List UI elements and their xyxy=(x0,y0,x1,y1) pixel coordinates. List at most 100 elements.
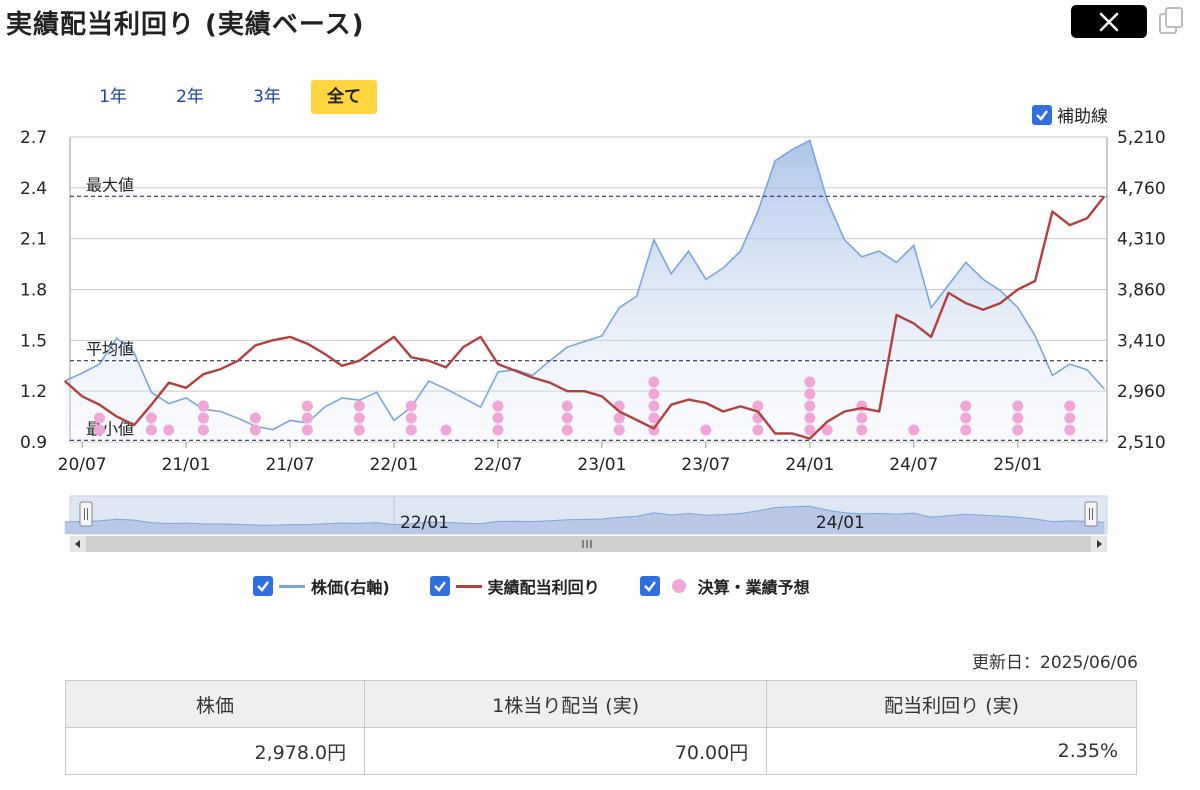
legend-yield-swatch xyxy=(455,584,482,588)
legend-events-label: 決算・業績予想 xyxy=(697,578,810,597)
x-tick-label: 21/07 xyxy=(266,455,315,475)
event-dot xyxy=(804,412,816,424)
event-dot xyxy=(405,424,417,436)
ref-line-label: 最大値 xyxy=(86,175,134,194)
x-tick-label: 24/01 xyxy=(785,455,834,475)
check-icon xyxy=(433,581,446,592)
x-tick-label: 24/07 xyxy=(889,455,938,475)
y-left-tick-label: 1.5 xyxy=(20,331,47,351)
header-dividend: 1株当り配当 (実) xyxy=(364,680,768,728)
event-dot xyxy=(960,400,972,412)
header-yield: 配当利回り (実) xyxy=(766,680,1137,728)
y-left-tick-label: 1.8 xyxy=(20,281,47,301)
event-dot xyxy=(93,412,105,424)
legend-events-checkbox[interactable] xyxy=(639,576,660,596)
legend: 株価(右軸) 実績配当利回り 決算・業績予想 xyxy=(253,574,850,598)
event-dot xyxy=(804,376,816,388)
x-tick-label: 23/07 xyxy=(681,455,730,475)
navigator-handle[interactable] xyxy=(79,501,93,527)
event-dot xyxy=(561,424,573,436)
event-dot xyxy=(1064,400,1076,412)
value-dividend: 70.00円 xyxy=(364,727,768,775)
y-right-tick-label: 3,410 xyxy=(1117,331,1166,351)
navigator-label: 24/01 xyxy=(816,513,865,533)
event-dot xyxy=(163,424,175,436)
event-dot xyxy=(492,400,504,412)
header-price: 株価 xyxy=(64,680,366,728)
y-right-tick-label: 2,510 xyxy=(1117,433,1166,453)
scrollbar-track[interactable] xyxy=(70,536,1107,552)
check-icon xyxy=(643,581,656,592)
event-dot xyxy=(960,412,972,424)
legend-price-checkbox[interactable] xyxy=(253,576,273,596)
event-dot xyxy=(249,424,261,436)
event-dot xyxy=(1064,424,1076,436)
ref-line-label: 平均値 xyxy=(86,340,134,359)
event-dot xyxy=(908,424,920,436)
y-left-tick-label: 1.2 xyxy=(20,382,47,402)
navigator-label: 22/01 xyxy=(400,513,449,533)
event-dot xyxy=(492,412,504,424)
legend-price-label: 株価(右軸) xyxy=(311,578,390,597)
event-dot xyxy=(145,424,157,436)
value-yield: 2.35% xyxy=(766,727,1137,775)
event-dot xyxy=(197,400,209,412)
y-right-tick-label: 4,760 xyxy=(1117,179,1166,199)
event-dot xyxy=(301,424,313,436)
x-tick-label: 22/01 xyxy=(370,455,419,475)
event-dot xyxy=(960,424,972,436)
event-dot xyxy=(1012,412,1024,424)
value-price: 2,978.0円 xyxy=(64,727,366,775)
summary-value-row: 2,978.0円 70.00円 2.35% xyxy=(64,727,1137,775)
x-tick-label: 21/01 xyxy=(162,455,211,475)
legend-price-swatch xyxy=(279,584,305,588)
event-dot xyxy=(440,424,452,436)
legend-item-yield[interactable]: 実績配当利回り xyxy=(429,574,600,598)
event-dot xyxy=(492,424,504,436)
event-dot xyxy=(301,412,313,424)
event-dot xyxy=(197,424,209,436)
y-left-tick-label: 0.9 xyxy=(20,433,47,453)
x-tick-label: 23/01 xyxy=(577,455,626,475)
y-right-tick-label: 2,960 xyxy=(1117,382,1166,402)
event-dot xyxy=(648,388,660,400)
y-left-tick-label: 2.4 xyxy=(20,179,47,199)
x-tick-label: 22/07 xyxy=(473,455,522,475)
event-dot xyxy=(804,388,816,400)
event-dot xyxy=(752,424,764,436)
event-dot xyxy=(249,412,261,424)
event-dot xyxy=(613,400,625,412)
legend-item-price[interactable]: 株価(右軸) xyxy=(253,574,390,598)
legend-yield-checkbox[interactable] xyxy=(429,576,450,596)
event-dot xyxy=(353,412,365,424)
event-dot xyxy=(613,424,625,436)
event-dot xyxy=(648,400,660,412)
event-dot xyxy=(93,424,105,436)
event-dot xyxy=(1064,412,1076,424)
event-dot xyxy=(648,376,660,388)
legend-events-swatch xyxy=(671,579,686,593)
event-dot xyxy=(301,400,313,412)
event-dot xyxy=(353,400,365,412)
event-dot xyxy=(405,412,417,424)
navigator-handle[interactable] xyxy=(1084,501,1098,527)
x-tick-label: 25/01 xyxy=(993,455,1042,475)
x-tick-label: 20/07 xyxy=(58,455,107,475)
event-dot xyxy=(197,412,209,424)
event-dot xyxy=(700,424,712,436)
y-right-tick-label: 4,310 xyxy=(1117,230,1166,250)
updated-date: 更新日：2025/06/06 xyxy=(972,653,1138,673)
y-right-tick-label: 5,210 xyxy=(1117,128,1166,148)
summary-header-row: 株価 1株当り配当 (実) 配当利回り (実) xyxy=(64,680,1137,728)
event-dot xyxy=(405,400,417,412)
price-area xyxy=(64,140,1105,442)
event-dot xyxy=(1012,400,1024,412)
legend-yield-label: 実績配当利回り xyxy=(487,578,600,597)
legend-item-events[interactable]: 決算・業績予想 xyxy=(639,574,810,598)
event-dot xyxy=(856,412,868,424)
y-left-tick-label: 2.1 xyxy=(20,230,47,250)
event-dot xyxy=(856,424,868,436)
y-right-tick-label: 3,860 xyxy=(1117,281,1166,301)
event-dot xyxy=(561,412,573,424)
event-dot xyxy=(353,424,365,436)
